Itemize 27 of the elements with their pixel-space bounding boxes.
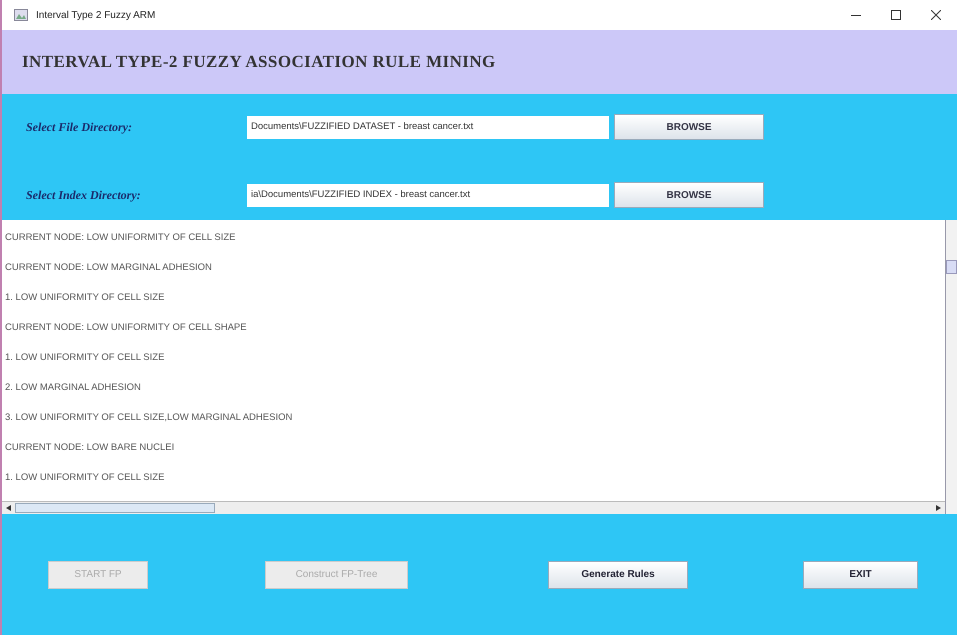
output-line: CURRENT NODE: LOW UNIFORMITY OF CELL SIZE [5, 231, 236, 245]
output-line: 1. LOW UNIFORMITY OF CELL SIZE [5, 471, 166, 485]
app-heading: INTERVAL TYPE-2 FUZZY ASSOCIATION RULE MINING [22, 51, 496, 74]
path-field[interactable]: Documents\FUZZIFIED DATASET - breast cancer.txt [247, 116, 609, 138]
app-icon [14, 9, 28, 21]
action-button[interactable]: Generate Rules [548, 560, 688, 588]
output-line: CURRENT NODE: LOW BARE NUCLEI [5, 441, 176, 455]
close-icon[interactable] [931, 10, 941, 20]
maximize-icon[interactable] [891, 10, 901, 20]
path-field[interactable]: ia\Documents\FUZZIFIED INDEX - breast cancer.txt [247, 184, 609, 206]
browse-button[interactable]: BROWSE [614, 182, 764, 208]
vertical-scrollbar[interactable] [945, 220, 957, 514]
output-line: 3. LOW UNIFORMITY OF CELL SIZE,LOW MARGINAL ADHESION [5, 411, 294, 425]
window-title: Interval Type 2 Fuzzy ARM [36, 8, 156, 22]
output-line: CURRENT NODE: LOW MARGINAL ADHESION [5, 261, 213, 275]
output-line: 1. LOW UNIFORMITY OF CELL SIZE [5, 291, 166, 305]
output-line: 1. LOW UNIFORMITY OF CELL SIZE [5, 351, 166, 365]
output-line: CURRENT NODE: LOW UNIFORMITY OF CELL SHAPE [5, 321, 248, 335]
horizontal-scrollbar[interactable] [2, 501, 945, 514]
field-label: Select Index Directory: [25, 187, 142, 204]
minimize-icon[interactable] [851, 14, 861, 16]
field-label: Select File Directory: [25, 119, 133, 136]
browse-button[interactable]: BROWSE [614, 114, 764, 140]
action-button[interactable]: EXIT [803, 560, 918, 588]
scroll-right-icon[interactable] [936, 505, 941, 511]
scroll-left-icon[interactable] [6, 505, 11, 511]
output-line: 2. LOW MARGINAL ADHESION [5, 381, 142, 395]
